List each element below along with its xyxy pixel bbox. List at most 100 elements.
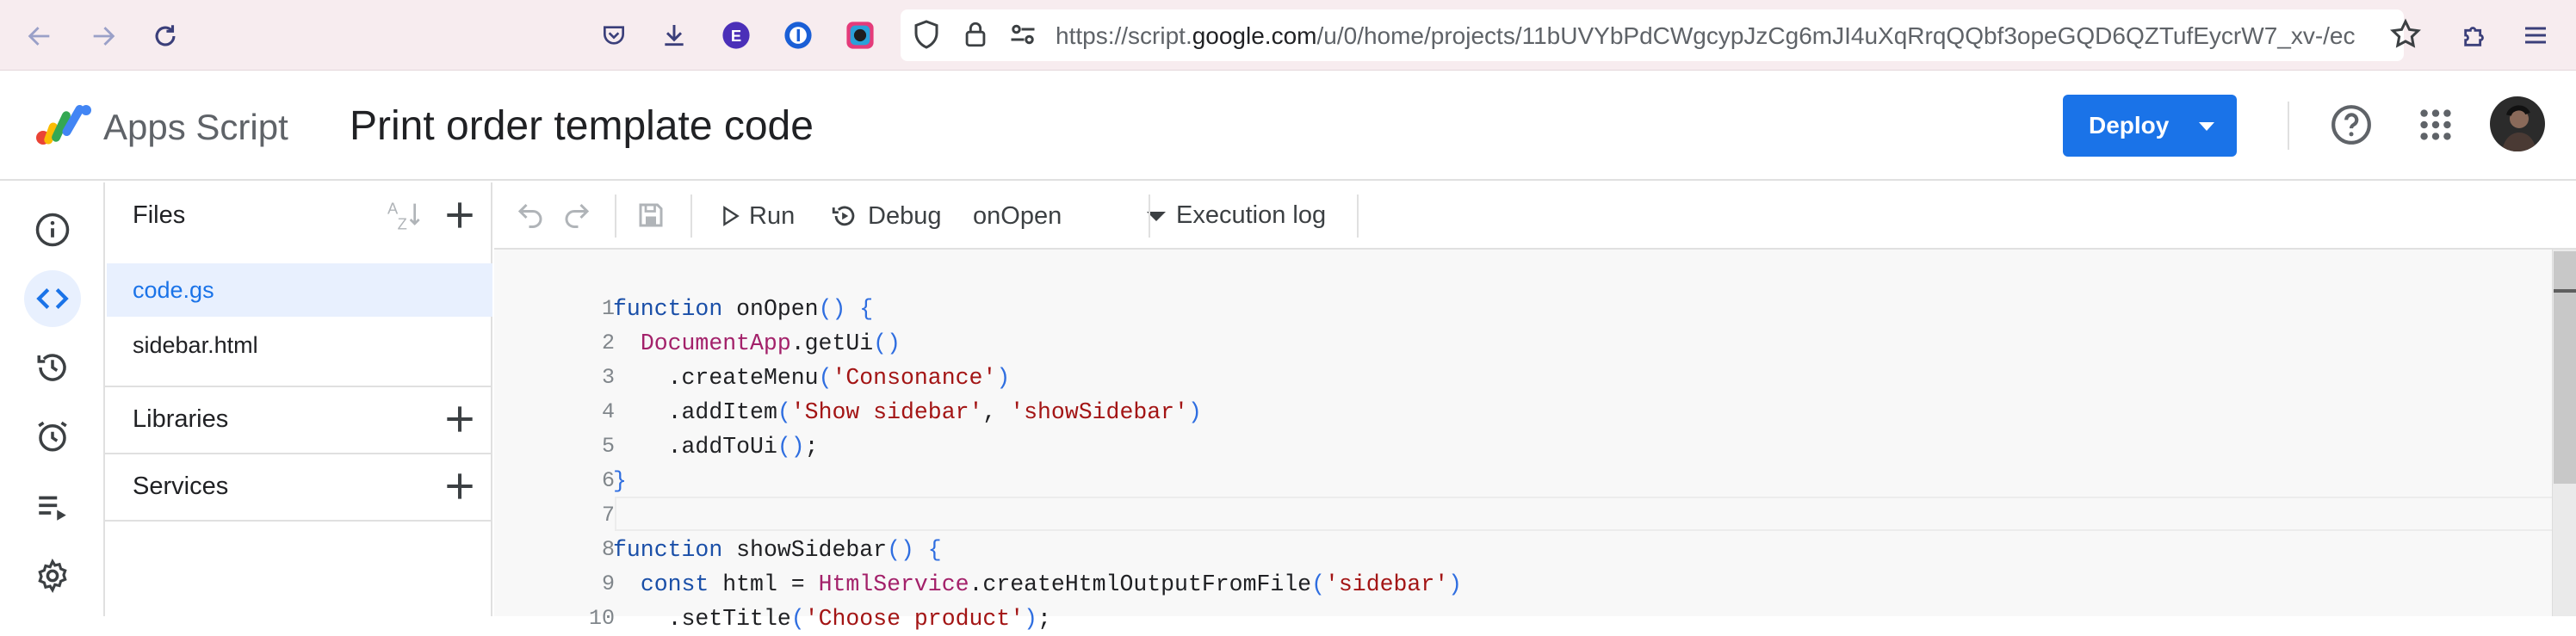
files-heading: Files [133, 201, 186, 229]
line-number: 1 [601, 296, 615, 321]
save-button[interactable] [635, 200, 666, 235]
project-history-button[interactable] [24, 339, 81, 396]
forward-button[interactable] [83, 15, 124, 57]
section-divider [105, 386, 492, 387]
code-token: ; [804, 434, 819, 460]
back-arrow-icon [28, 27, 50, 46]
code-token: createHtmlOutputFromFile [982, 571, 1312, 597]
services-heading[interactable]: Services [133, 469, 228, 503]
deploy-button[interactable]: Deploy [2063, 95, 2237, 157]
site-settings-icon[interactable] [1007, 19, 1038, 54]
line-number: 9 [601, 571, 615, 596]
code-line[interactable]: DocumentApp.getUi() [613, 326, 901, 361]
executions-button[interactable] [24, 479, 81, 535]
scrollbar-thumb[interactable] [2554, 251, 2576, 484]
alarm-clock-icon [38, 421, 67, 452]
apps-script-logo-icon[interactable] [34, 98, 95, 154]
scrollbar-cursor-marker [2554, 289, 2576, 293]
code-line[interactable]: function onOpen() { [613, 292, 873, 326]
history-icon [37, 354, 66, 381]
code-token: ) [996, 365, 1011, 391]
line-number: 4 [601, 399, 615, 424]
current-line-highlight [615, 497, 2576, 531]
reload-button[interactable] [145, 15, 186, 57]
file-item-sidebar-html[interactable]: sidebar.html [107, 318, 492, 372]
add-file-button[interactable] [441, 196, 479, 238]
plus-icon [447, 406, 473, 432]
menu-icon[interactable] [2516, 15, 2555, 55]
redo-button[interactable] [561, 200, 592, 235]
info-icon [35, 213, 70, 247]
colorzilla-icon[interactable] [840, 15, 880, 55]
pocket-icon[interactable] [594, 15, 634, 55]
url-text[interactable]: https://script.google.com/u/0/home/proje… [1056, 20, 2378, 52]
project-title[interactable]: Print order template code [350, 96, 814, 157]
url-domain: google.com [1192, 22, 1317, 49]
code-token: HtmlService [818, 571, 969, 597]
forward-arrow-icon [93, 27, 115, 46]
overview-button[interactable] [24, 201, 81, 258]
code-token: ( [1311, 571, 1325, 597]
run-button[interactable]: Run [721, 195, 795, 238]
code-token: const [640, 571, 709, 597]
download-icon[interactable] [654, 15, 694, 55]
code-token: ) [1024, 606, 1038, 632]
add-service-button[interactable] [441, 467, 479, 509]
code-line[interactable]: const html = HtmlService.createHtmlOutpu… [613, 567, 1462, 602]
code-line[interactable]: .setTitle('Choose product'); [613, 602, 1051, 636]
help-icon[interactable] [2330, 103, 2373, 151]
play-icon [723, 206, 740, 226]
code-token: 'showSidebar' [1010, 399, 1188, 425]
settings-button[interactable] [24, 547, 81, 604]
line-number: 2 [601, 330, 615, 355]
files-panel [105, 182, 492, 616]
code-token: ) [887, 330, 901, 356]
onepassword-icon[interactable] [778, 15, 818, 55]
extensions-puzzle-icon[interactable] [2455, 15, 2495, 55]
code-token: ) [832, 296, 846, 322]
redo-icon [565, 203, 590, 228]
toolbar-divider [1357, 195, 1359, 238]
execution-log-button[interactable]: Execution log [1176, 198, 1326, 232]
code-token: { [927, 537, 942, 563]
code-line[interactable]: function showSidebar() { [613, 533, 942, 567]
triggers-button[interactable] [24, 408, 81, 465]
code-token: addItem [681, 399, 777, 425]
product-name[interactable]: Apps Script [103, 102, 288, 153]
code-line[interactable]: } [613, 464, 627, 498]
line-number: 6 [601, 468, 615, 493]
bookmark-star-icon[interactable] [2388, 17, 2423, 56]
lock-icon[interactable] [961, 19, 990, 54]
code-token: setTitle [681, 606, 791, 632]
line-number: 5 [601, 434, 615, 459]
toolbar-divider [615, 195, 616, 238]
chevron-down-icon [2199, 122, 2214, 131]
header-divider [2288, 102, 2289, 150]
undo-button[interactable] [515, 200, 546, 235]
code-token: ) [900, 537, 914, 563]
plus-icon [447, 473, 473, 499]
code-token: 'Show sidebar' [790, 399, 983, 425]
add-library-button[interactable] [441, 400, 479, 442]
sort-az-icon[interactable]: AZ [386, 198, 424, 237]
code-line[interactable]: .addItem('Show sidebar', 'showSidebar') [613, 395, 1202, 429]
back-button[interactable] [19, 15, 60, 57]
function-select[interactable]: onOpen [973, 195, 1178, 238]
file-item-code-gs[interactable]: code.gs [107, 263, 492, 317]
debug-button[interactable]: Debug [830, 195, 941, 238]
code-line[interactable]: .createMenu('Consonance') [613, 361, 1011, 395]
deploy-label: Deploy [2089, 112, 2170, 139]
code-line[interactable]: .addToUi(); [613, 429, 819, 464]
libraries-heading[interactable]: Libraries [133, 402, 228, 436]
gear-icon [38, 559, 67, 593]
editor-button[interactable] [24, 270, 81, 327]
shield-icon[interactable] [911, 19, 942, 54]
apps-grid-icon[interactable] [2416, 105, 2455, 149]
e-extension-icon[interactable]: E [716, 15, 756, 55]
avatar[interactable] [2490, 96, 2545, 151]
